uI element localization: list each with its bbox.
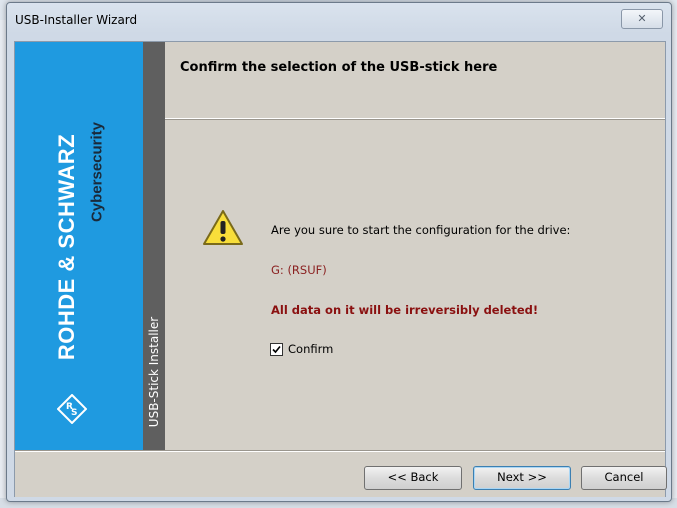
- division-name: Cybersecurity: [88, 121, 106, 223]
- confirm-checkbox[interactable]: [270, 342, 283, 356]
- data-deletion-warning: All data on it will be irreversibly dele…: [271, 303, 539, 317]
- confirm-label[interactable]: Confirm: [288, 342, 333, 356]
- close-button[interactable]: ✕: [621, 9, 663, 29]
- confirm-checkbox-row[interactable]: Confirm: [270, 342, 333, 356]
- next-button[interactable]: Next >>: [473, 466, 571, 490]
- svg-text:S: S: [71, 408, 77, 418]
- confirm-question: Are you sure to start the configuration …: [271, 223, 571, 237]
- installer-label: USB-Stick Installer: [147, 316, 161, 428]
- title-bar[interactable]: USB-Installer Wizard ✕: [7, 3, 671, 35]
- back-button[interactable]: << Back: [364, 466, 462, 490]
- page-title: Confirm the selection of the USB-stick h…: [180, 60, 498, 75]
- checkmark-icon: [272, 345, 281, 353]
- wizard-client-area: ROHDE & SCHWARZ Cybersecurity R S USB-St…: [14, 41, 667, 497]
- header-panel: Confirm the selection of the USB-stick h…: [165, 42, 665, 119]
- close-icon: ✕: [637, 12, 647, 25]
- drive-label: G: (RSUF): [271, 263, 327, 277]
- brand-sidebar: ROHDE & SCHWARZ Cybersecurity R S: [15, 42, 143, 450]
- rs-logo-icon: R S: [57, 394, 87, 424]
- company-name: ROHDE & SCHWARZ: [54, 133, 79, 361]
- window-title: USB-Installer Wizard: [15, 13, 138, 27]
- cancel-button[interactable]: Cancel: [581, 466, 667, 490]
- button-bar: << Back Next >> Cancel: [15, 450, 667, 497]
- warning-icon: [203, 210, 243, 245]
- wizard-window: USB-Installer Wizard ✕ ROHDE & SCHWARZ C…: [6, 2, 672, 502]
